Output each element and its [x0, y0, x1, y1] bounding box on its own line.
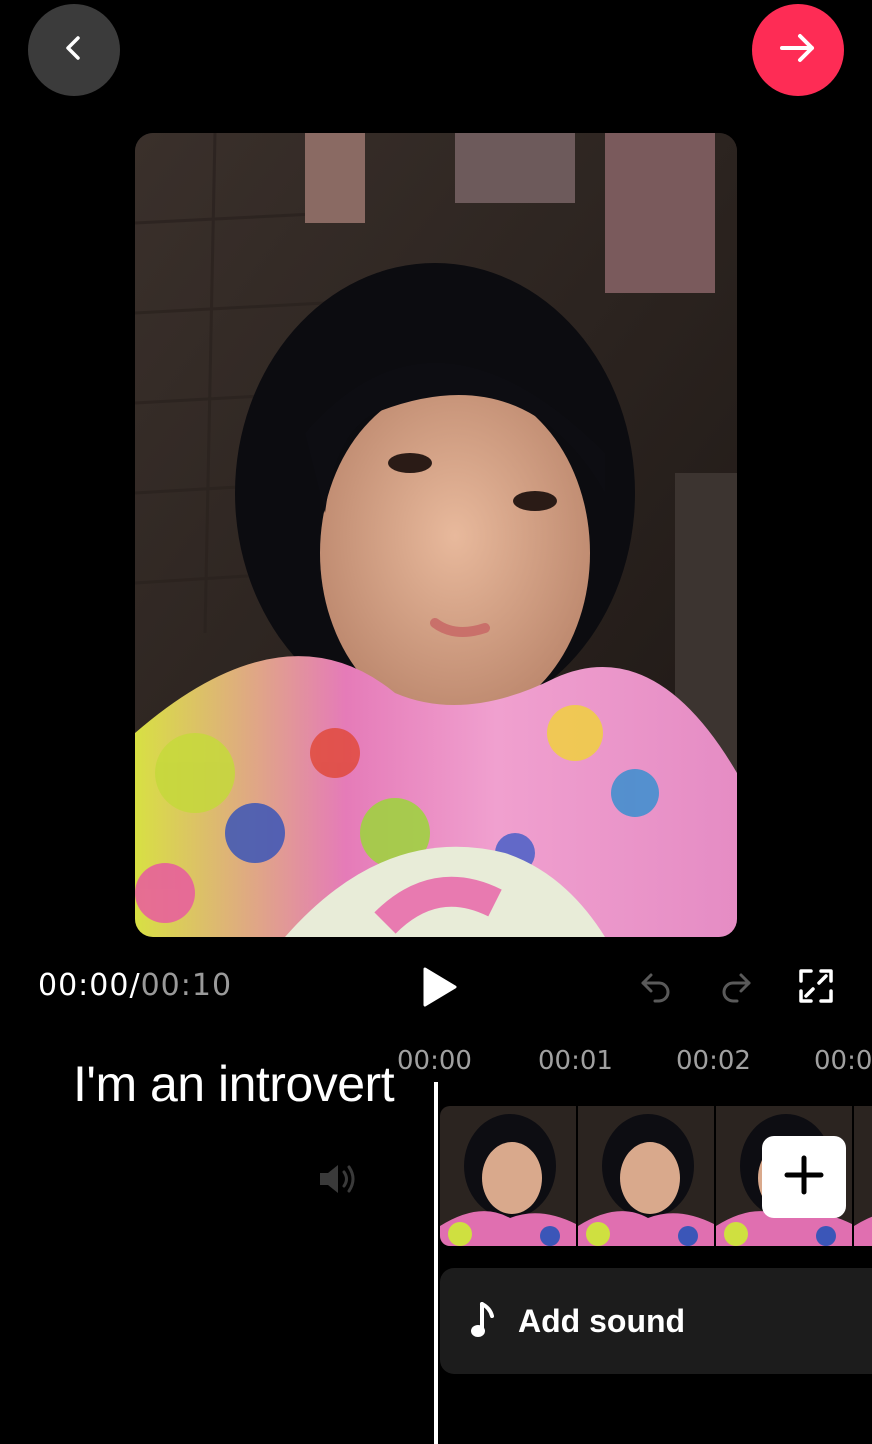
- time-separator: /: [129, 968, 141, 1003]
- add-sound-button[interactable]: Add sound: [440, 1268, 872, 1374]
- playhead[interactable]: [434, 1082, 438, 1444]
- volume-button[interactable]: [314, 1160, 362, 1202]
- undo-button[interactable]: [634, 966, 678, 1010]
- next-button[interactable]: [752, 4, 844, 96]
- clip-thumbnail: [440, 1106, 576, 1246]
- clip-thumbnail: [578, 1106, 714, 1246]
- add-clip-button[interactable]: [762, 1136, 846, 1218]
- add-sound-label: Add sound: [518, 1302, 686, 1339]
- plus-icon: [783, 1154, 825, 1201]
- ruler-tick: 00:01: [538, 1046, 613, 1076]
- ruler-tick: 00:0: [814, 1046, 872, 1076]
- volume-icon: [316, 1161, 360, 1202]
- music-note-icon: [470, 1302, 496, 1340]
- undo-icon: [637, 967, 675, 1010]
- total-time: 00:10: [140, 968, 233, 1003]
- ruler-tick: 00:00: [397, 1046, 472, 1076]
- caption-text[interactable]: I'm an introvert: [73, 1055, 395, 1113]
- arrow-right-icon: [776, 26, 820, 75]
- preview-image: [135, 133, 737, 937]
- ruler-tick: 00:02: [676, 1046, 751, 1076]
- fullscreen-button[interactable]: [794, 966, 838, 1010]
- back-button[interactable]: [28, 4, 120, 96]
- play-icon: [419, 965, 459, 1014]
- video-preview[interactable]: [135, 133, 737, 937]
- time-readout: 00:00/00:10: [38, 968, 232, 1003]
- current-time: 00:00: [38, 968, 130, 1003]
- fullscreen-icon: [797, 967, 835, 1010]
- redo-button[interactable]: [714, 966, 758, 1010]
- redo-icon: [717, 967, 755, 1010]
- clip-thumbnail: [854, 1106, 872, 1246]
- play-button[interactable]: [414, 962, 464, 1016]
- chevron-left-icon: [56, 30, 92, 71]
